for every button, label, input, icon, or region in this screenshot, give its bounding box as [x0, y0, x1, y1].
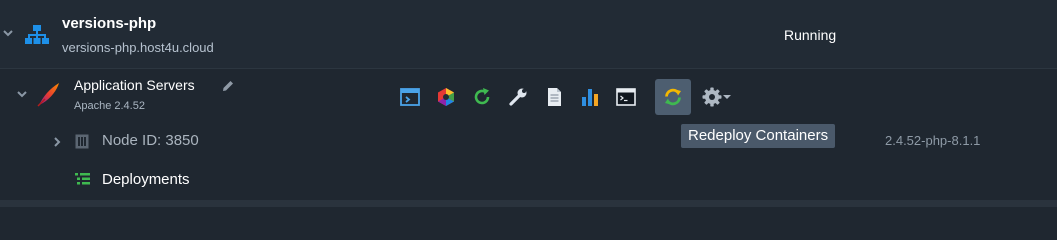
node-id-label: Node ID: 3850	[102, 132, 199, 149]
layer-version: Apache 2.4.52	[74, 100, 145, 112]
web-ssh-button[interactable]	[608, 79, 644, 115]
layer-row[interactable]: Application Servers Apache 2.4.52	[0, 69, 1057, 124]
chevron-right-icon[interactable]	[52, 136, 62, 148]
redeploy-containers-tooltip: Redeploy Containers	[681, 124, 836, 148]
restart-button[interactable]	[464, 79, 500, 115]
environment-name: versions-php	[62, 15, 157, 32]
caret-down-icon	[723, 95, 731, 99]
deployments-row[interactable]: Deployments	[0, 160, 1057, 200]
chevron-down-icon[interactable]	[16, 88, 28, 100]
statistics-icon	[582, 89, 598, 106]
open-in-browser-button[interactable]	[392, 79, 428, 115]
statistics-button[interactable]	[572, 79, 608, 115]
log-button[interactable]	[536, 79, 572, 115]
node-row[interactable]: Node ID: 3850 2.4.52-php-8.1.1	[0, 124, 1057, 160]
deployments-list-icon	[75, 173, 90, 185]
open-in-browser-icon	[400, 88, 420, 106]
redeploy-containers-button[interactable]	[655, 79, 691, 115]
node-version-tag: 2.4.52-php-8.1.1	[885, 133, 981, 148]
environment-domain-link[interactable]: versions-php.host4u.cloud	[62, 40, 214, 55]
environment-status: Running	[784, 27, 837, 43]
apache-feather-icon	[37, 83, 59, 107]
deployments-label: Deployments	[102, 171, 190, 188]
settings-wrench-icon	[509, 88, 527, 106]
add-ons-button[interactable]	[428, 79, 464, 115]
environment-row[interactable]: versions-php versions-php.host4u.cloud R…	[0, 0, 1057, 69]
chevron-down-icon[interactable]	[2, 27, 14, 39]
log-icon	[548, 88, 561, 106]
add-ons-icon	[438, 88, 454, 106]
node-server-icon	[75, 134, 89, 149]
more-settings-button[interactable]	[695, 79, 737, 115]
environment-topology-icon	[25, 25, 49, 44]
more-settings-icon	[702, 87, 722, 107]
web-ssh-icon	[616, 88, 636, 106]
restart-icon	[474, 88, 490, 105]
redeploy-icon	[665, 88, 681, 106]
edit-pencil-icon[interactable]	[221, 79, 235, 93]
layer-name: Application Servers	[74, 77, 195, 93]
next-row-edge	[0, 200, 1057, 207]
config-button[interactable]	[500, 79, 536, 115]
